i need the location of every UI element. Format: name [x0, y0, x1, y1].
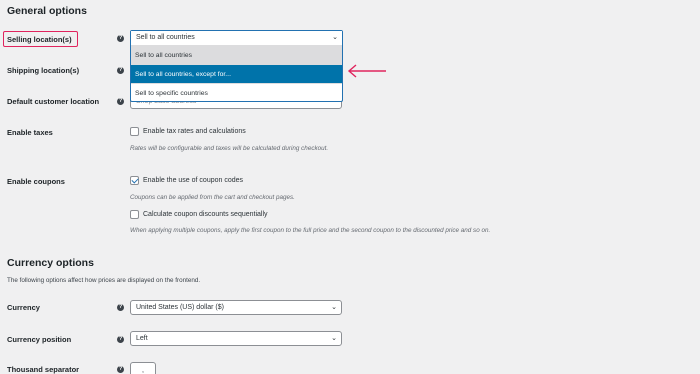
dropdown-option-except[interactable]: Sell to all countries, except for... [131, 64, 342, 83]
shipping-locations-label: Shipping location(s) [7, 66, 80, 75]
selling-location-current: Sell to all countries [136, 34, 195, 41]
help-icon[interactable]: ? [117, 98, 124, 105]
dropdown-option-all[interactable]: Sell to all countries [131, 45, 342, 64]
thousand-separator-input[interactable]: , [130, 362, 156, 374]
help-icon[interactable]: ? [117, 304, 124, 311]
general-options-title: General options [7, 5, 87, 17]
sequential-coupons-checkbox-label[interactable]: Calculate coupon discounts sequentially [143, 211, 268, 218]
enable-taxes-description: Rates will be configurable and taxes wil… [130, 145, 329, 152]
currency-position-label: Currency position [7, 335, 72, 344]
dropdown-option-specific[interactable]: Sell to specific countries [131, 83, 342, 102]
currency-value: United States (US) dollar ($) [136, 304, 224, 311]
enable-taxes-label: Enable taxes [7, 128, 53, 137]
currency-select[interactable]: United States (US) dollar ($) ⌄ [130, 300, 342, 315]
currency-position-value: Left [136, 335, 148, 342]
enable-coupons-checkbox[interactable] [130, 176, 139, 185]
arrow-left-icon [347, 64, 386, 78]
currency-label: Currency [7, 303, 40, 312]
enable-coupons-description: Coupons can be applied from the cart and… [130, 194, 295, 201]
enable-coupons-label: Enable coupons [7, 177, 65, 186]
chevron-down-icon: ⌄ [332, 34, 338, 41]
help-icon[interactable]: ? [117, 336, 124, 343]
sequential-coupons-checkbox[interactable] [130, 210, 139, 219]
currency-options-title: Currency options [7, 257, 94, 269]
help-icon[interactable]: ? [117, 35, 124, 42]
currency-options-intro: The following options affect how prices … [7, 277, 201, 284]
selling-location-dropdown[interactable]: Sell to all countries ⌄ Sell to all coun… [130, 30, 343, 102]
enable-coupons-checkbox-label[interactable]: Enable the use of coupon codes [143, 177, 243, 184]
thousand-separator-label: Thousand separator [7, 365, 80, 374]
highlight-annotation-box [3, 31, 78, 47]
sequential-coupons-description: When applying multiple coupons, apply th… [130, 227, 491, 234]
default-customer-location-label: Default customer location [7, 97, 100, 106]
enable-taxes-checkbox-label[interactable]: Enable tax rates and calculations [143, 128, 246, 135]
chevron-down-icon: ⌄ [331, 335, 337, 342]
help-icon[interactable]: ? [117, 366, 124, 373]
enable-taxes-checkbox[interactable] [130, 127, 139, 136]
help-icon[interactable]: ? [117, 67, 124, 74]
currency-position-select[interactable]: Left ⌄ [130, 331, 342, 346]
selling-location-select[interactable]: Sell to all countries ⌄ [131, 31, 342, 45]
chevron-down-icon: ⌄ [331, 304, 337, 311]
